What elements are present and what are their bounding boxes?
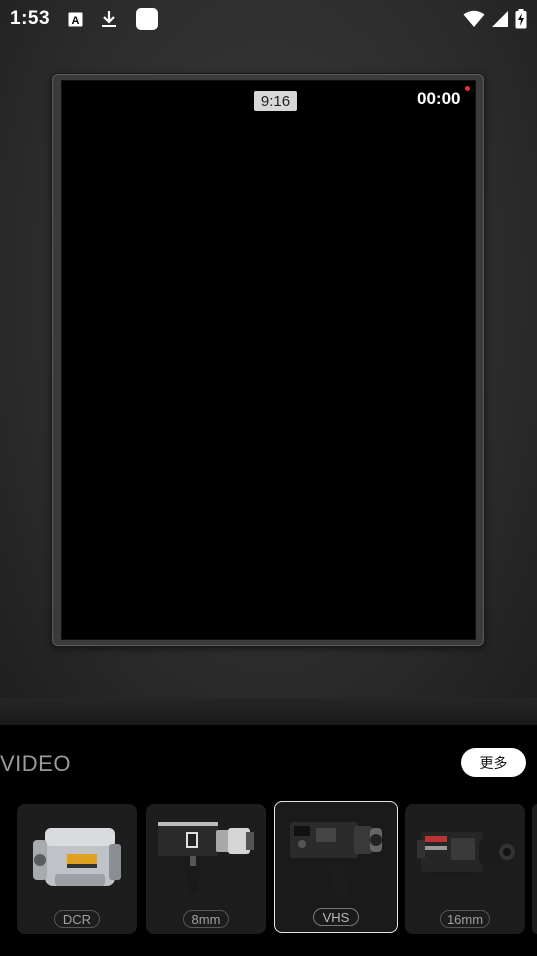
dcr-camcorder-icon (33, 828, 121, 886)
camera-card-16mm[interactable]: 16mm (405, 804, 525, 934)
camera-label: DCR (54, 910, 100, 928)
svg-text:A: A (72, 15, 80, 27)
camera-card-dcr[interactable]: DCR (17, 804, 137, 934)
recording-dot-icon (465, 86, 470, 91)
section-title: VIDEO (0, 751, 71, 776)
camera-screen: 1:53 A 9:16 00:00 (0, 0, 537, 725)
status-time: 1:53 (10, 8, 51, 29)
16mm-camera-icon (417, 832, 515, 878)
viewfinder-preview[interactable] (62, 81, 475, 639)
camera-body-lower-edge (0, 698, 537, 725)
8mm-camera-icon (158, 822, 254, 894)
camera-label: VHS (313, 908, 359, 926)
font-a-icon: A (68, 12, 83, 27)
battery-charging-icon (515, 9, 527, 29)
vhs-camcorder-icon (290, 822, 382, 896)
camera-card-vhs[interactable]: VHS (274, 801, 398, 933)
download-icon (101, 10, 117, 28)
wifi-icon (463, 10, 485, 28)
recording-timer: 00:00 (417, 89, 461, 108)
status-bar: 1:53 A (0, 0, 537, 38)
app-square-icon (135, 7, 159, 31)
more-button[interactable]: 更多 (461, 748, 526, 777)
camera-card-8mm[interactable]: 8mm (146, 804, 266, 934)
camera-label: 8mm (183, 910, 229, 928)
aspect-ratio-button[interactable]: 9:16 (254, 91, 297, 111)
signal-icon (491, 10, 509, 28)
camera-card-partial[interactable] (532, 804, 537, 934)
camera-label: 16mm (439, 910, 491, 928)
